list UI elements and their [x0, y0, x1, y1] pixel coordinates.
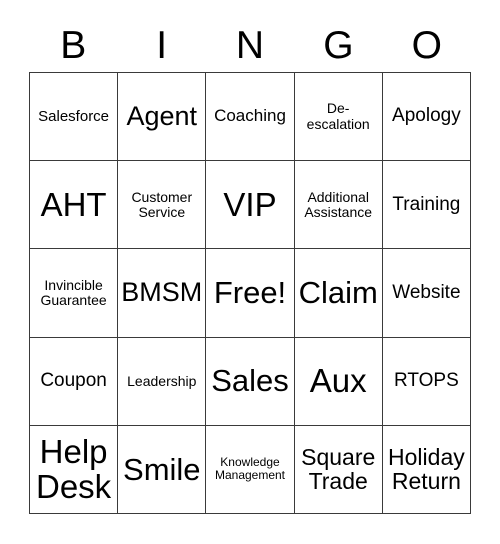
bingo-cell-r2c4[interactable]: Additional Assistance: [294, 161, 383, 250]
bingo-cell-label: Claim: [298, 275, 378, 311]
bingo-cell-label: Training: [392, 193, 461, 215]
bingo-cell-label: Holiday Return: [388, 443, 465, 495]
bingo-cell-label: Apology: [392, 105, 461, 127]
bingo-header-letter-n: N: [235, 23, 265, 67]
bingo-cell-r2c3[interactable]: VIP: [206, 161, 295, 250]
bingo-cell-label: Salesforce: [38, 107, 110, 125]
bingo-cell-r2c5[interactable]: Training: [382, 161, 471, 250]
bingo-cell-r4c3[interactable]: Sales: [206, 337, 295, 426]
bingo-cell-label: Customer Service: [131, 188, 193, 220]
bingo-cell-r5c3[interactable]: Knowledge Management: [206, 425, 295, 514]
bingo-cell-r3c4[interactable]: Claim: [294, 249, 383, 338]
bingo-header: B I N G O: [29, 18, 471, 72]
bingo-cell-r5c2[interactable]: Smile: [118, 425, 207, 514]
bingo-cell-r2c2[interactable]: Customer Service: [118, 161, 207, 250]
bingo-cell-r3c5[interactable]: Website: [382, 249, 471, 338]
bingo-cell-r1c4[interactable]: De- escalation: [294, 73, 383, 162]
bingo-cell-r1c5[interactable]: Apology: [382, 73, 471, 162]
bingo-cell-label: AHT: [40, 185, 107, 223]
bingo-cell-r3c3[interactable]: Free!: [206, 249, 295, 338]
bingo-header-letter-o: O: [411, 23, 442, 67]
bingo-cell-label: Coaching: [214, 106, 286, 126]
bingo-header-letter-g: G: [323, 23, 354, 67]
bingo-cell-label: De- escalation: [306, 100, 370, 132]
bingo-cell-label: Website: [392, 281, 461, 303]
bingo-cell-label: Additional Assistance: [304, 188, 373, 220]
bingo-cell-r5c5[interactable]: Holiday Return: [382, 425, 471, 514]
bingo-cell-r3c1[interactable]: Invincible Guarantee: [30, 249, 119, 338]
bingo-cell-r5c4[interactable]: Square Trade: [294, 425, 383, 514]
bingo-cell-label: Sales: [211, 363, 289, 399]
bingo-cell-label: Help Desk: [36, 432, 112, 506]
bingo-cell-label: Free!: [213, 275, 287, 311]
bingo-cell-r1c3[interactable]: Coaching: [206, 73, 295, 162]
bingo-cell-label: VIP: [223, 185, 277, 223]
bingo-cell-r2c1[interactable]: AHT: [30, 161, 119, 250]
bingo-cell-r3c2[interactable]: BMSM: [118, 249, 207, 338]
bingo-cell-label: Knowledge Management: [214, 455, 286, 483]
bingo-cell-r1c2[interactable]: Agent: [118, 73, 207, 162]
bingo-card: B I N G O Salesforce Agent Coaching De- esc…: [0, 0, 500, 544]
bingo-cell-label: Invincible Guarantee: [40, 276, 107, 308]
bingo-cell-label: Leadership: [127, 372, 197, 389]
bingo-cell-label: BMSM: [121, 277, 203, 308]
bingo-header-letter-b: B: [60, 23, 87, 67]
bingo-cell-r4c2[interactable]: Leadership: [118, 337, 207, 426]
bingo-cell-label: Agent: [126, 101, 198, 132]
bingo-cell-label: Smile: [123, 451, 201, 487]
bingo-cell-label: Square Trade: [301, 443, 376, 495]
bingo-cell-r1c1[interactable]: Salesforce: [30, 73, 119, 162]
bingo-cell-r4c4[interactable]: Aux: [294, 337, 383, 426]
bingo-cell-label: Coupon: [40, 369, 107, 391]
bingo-cell-r4c5[interactable]: RTOPS: [382, 337, 471, 426]
bingo-cell-label: Aux: [309, 362, 367, 400]
bingo-cell-r4c1[interactable]: Coupon: [30, 337, 119, 426]
bingo-header-letter-i: I: [156, 23, 168, 67]
bingo-cell-r5c1[interactable]: Help Desk: [30, 425, 119, 514]
bingo-cell-label: RTOPS: [394, 369, 459, 391]
bingo-grid: Salesforce Agent Coaching De- escalation Apo…: [29, 72, 471, 514]
